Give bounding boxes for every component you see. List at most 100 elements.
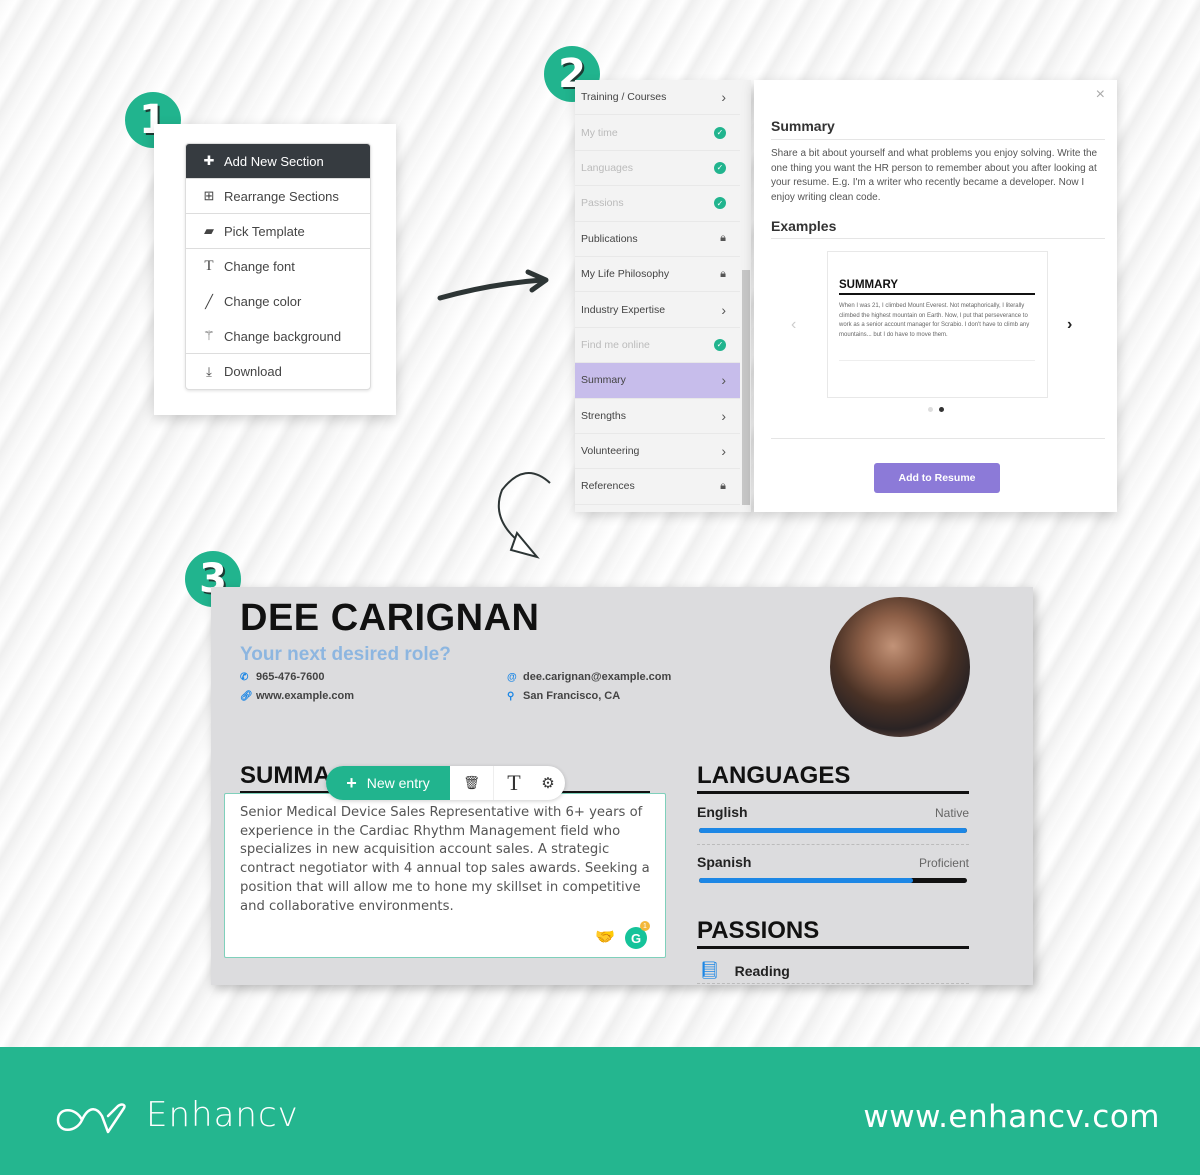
section-detail-modal: × Summary Share a bit about yourself and… <box>754 80 1117 512</box>
languages-heading: LANGUAGES <box>697 762 851 789</box>
divider <box>839 293 1035 295</box>
menu-item-label: Change font <box>224 259 295 274</box>
text-style-button[interactable]: T <box>494 766 534 800</box>
menu-item-change-background[interactable]: ⚚ Change background <box>186 319 370 354</box>
passion-label: Reading <box>734 963 790 979</box>
carousel-dots <box>928 407 944 412</box>
menu-item-label: Download <box>224 364 282 379</box>
divider <box>697 946 969 949</box>
proficiency-bar <box>699 828 967 833</box>
chevron-right-icon: › <box>721 443 726 460</box>
email-text: dee.carignan@example.com <box>523 671 672 683</box>
sidebar-item[interactable]: References 🔒︎ <box>575 469 740 505</box>
carousel-next-icon[interactable]: › <box>1067 316 1072 334</box>
profile-photo[interactable] <box>830 597 970 737</box>
summary-editor[interactable]: Senior Medical Device Sales Representati… <box>224 793 666 958</box>
language-item[interactable]: English Native <box>697 804 969 833</box>
new-entry-button[interactable]: + New entry <box>326 766 450 800</box>
template-icon: ▰ <box>204 223 214 238</box>
arrow-curved-down-icon <box>497 472 551 559</box>
sidebar-item[interactable]: My Life Philosophy 🔒︎ <box>575 257 740 293</box>
menu-item-rearrange-sections[interactable]: ⊞ Rearrange Sections <box>186 179 370 214</box>
font-icon: T <box>204 258 214 274</box>
menu-item-change-color[interactable]: ╱ Change color <box>186 284 370 319</box>
proficiency-bar <box>699 878 967 883</box>
sidebar-item[interactable]: Languages ✓ <box>575 151 740 187</box>
menu-item-change-font[interactable]: T Change font <box>186 249 370 284</box>
example-text: When I was 21, I climbed Mount Everest. … <box>839 303 1030 338</box>
arrow-right-icon <box>437 269 549 301</box>
sidebar-item[interactable]: Publications 🔒︎ <box>575 222 740 257</box>
carousel-prev-icon[interactable]: ‹ <box>791 316 796 334</box>
handshake-icon[interactable]: 🤝 <box>595 927 615 947</box>
link-icon: 🔗︎ <box>240 690 253 702</box>
resume-role-placeholder[interactable]: Your next desired role? <box>240 644 451 666</box>
check-icon: ✓ <box>714 161 726 174</box>
example-card[interactable]: SUMMARY When I was 21, I climbed Mount E… <box>827 251 1048 398</box>
lock-icon: 🔒︎ <box>720 232 726 245</box>
brush-icon: ╱ <box>205 293 213 309</box>
sidebar-item[interactable]: Industry Expertise › <box>575 292 740 328</box>
divider <box>697 983 969 984</box>
sidebar-item[interactable]: Summary › <box>575 363 740 399</box>
settings-button[interactable]: ⚙ <box>534 766 562 800</box>
sidebar-item-label: Summary <box>581 374 626 387</box>
resume-name[interactable]: DEE CARIGNAN <box>240 597 539 640</box>
sidebar-item[interactable]: Training / Courses › <box>575 80 740 116</box>
sidebar-item-label: Languages <box>581 161 633 174</box>
chevron-right-icon: › <box>721 407 726 424</box>
enhancv-logo-icon <box>56 1103 126 1134</box>
sidebar-item-label: My Life Philosophy <box>581 268 670 281</box>
language-level: Native <box>934 806 969 820</box>
editor-menu-panel: ✚ Add New Section ⊞ Rearrange Sections ▰… <box>154 124 396 415</box>
contact-email[interactable]: @ dee.carignan@example.com <box>507 671 671 683</box>
passion-item[interactable]: 📘︎ Reading <box>699 961 790 981</box>
menu-item-pick-template[interactable]: ▰ Pick Template <box>186 214 370 249</box>
sidebar-item-label: Training / Courses <box>581 91 667 104</box>
language-name: Spanish <box>697 854 752 870</box>
sidebar-item[interactable]: Volunteering › <box>575 434 740 470</box>
lock-icon: 🔒︎ <box>720 267 726 280</box>
proficiency-bar-fill <box>699 828 967 833</box>
add-to-resume-button[interactable]: Add to Resume <box>874 463 1000 493</box>
editor-menu: ✚ Add New Section ⊞ Rearrange Sections ▰… <box>185 143 371 390</box>
close-icon[interactable]: × <box>1096 86 1105 104</box>
contact-location[interactable]: ⚲ San Francisco, CA <box>507 690 620 702</box>
summary-text[interactable]: Senior Medical Device Sales Representati… <box>240 804 650 916</box>
language-name: English <box>697 804 748 820</box>
carousel-dot[interactable] <box>928 407 933 412</box>
lock-icon: 🔒︎ <box>720 479 726 492</box>
phone-icon: ✆ <box>240 671 249 683</box>
contact-phone[interactable]: ✆ 965-476-7600 <box>240 671 325 683</box>
contact-website[interactable]: 🔗︎ www.example.com <box>240 690 354 702</box>
magic-wand-icon: ⚚ <box>203 328 215 343</box>
menu-item-add-new-section[interactable]: ✚ Add New Section <box>186 144 370 179</box>
sidebar-item[interactable]: Strengths › <box>575 399 740 434</box>
sidebar-item[interactable]: My time ✓ <box>575 115 740 151</box>
add-section-icon: ✚ <box>203 153 215 168</box>
divider <box>771 238 1105 239</box>
check-icon: ✓ <box>714 197 726 210</box>
menu-item-download[interactable]: ⤓ Download <box>186 354 370 389</box>
font-icon: T <box>507 770 521 795</box>
menu-item-label: Add New Section <box>224 153 324 169</box>
sidebar-item-label: Publications <box>581 232 638 245</box>
menu-item-label: Rearrange Sections <box>224 188 339 204</box>
sidebar-item[interactable]: Find me online ✓ <box>575 328 740 364</box>
footer-banner: Enhancv www.enhancv.com <box>0 1047 1200 1175</box>
gear-icon: ⚙ <box>541 775 555 792</box>
language-item[interactable]: Spanish Proficient <box>697 854 969 883</box>
sidebar-item[interactable]: Passions ✓ <box>575 186 740 222</box>
new-entry-label: New entry <box>366 775 430 791</box>
delete-button[interactable]: 🗑︎ <box>450 766 494 800</box>
website-link[interactable]: www.enhancv.com <box>863 1099 1160 1135</box>
divider <box>697 791 969 794</box>
modal-title: Summary <box>771 118 835 134</box>
carousel-dot-active[interactable] <box>939 407 944 412</box>
book-icon: 📘︎ <box>699 961 721 980</box>
resume-preview: DEE CARIGNAN Your next desired role? ✆ 96… <box>211 587 1033 985</box>
summary-heading: SUMMA <box>240 762 331 789</box>
layout-icon: ⊞ <box>203 188 215 203</box>
check-icon: ✓ <box>714 126 726 139</box>
sidebar-scrollbar[interactable] <box>742 270 750 505</box>
